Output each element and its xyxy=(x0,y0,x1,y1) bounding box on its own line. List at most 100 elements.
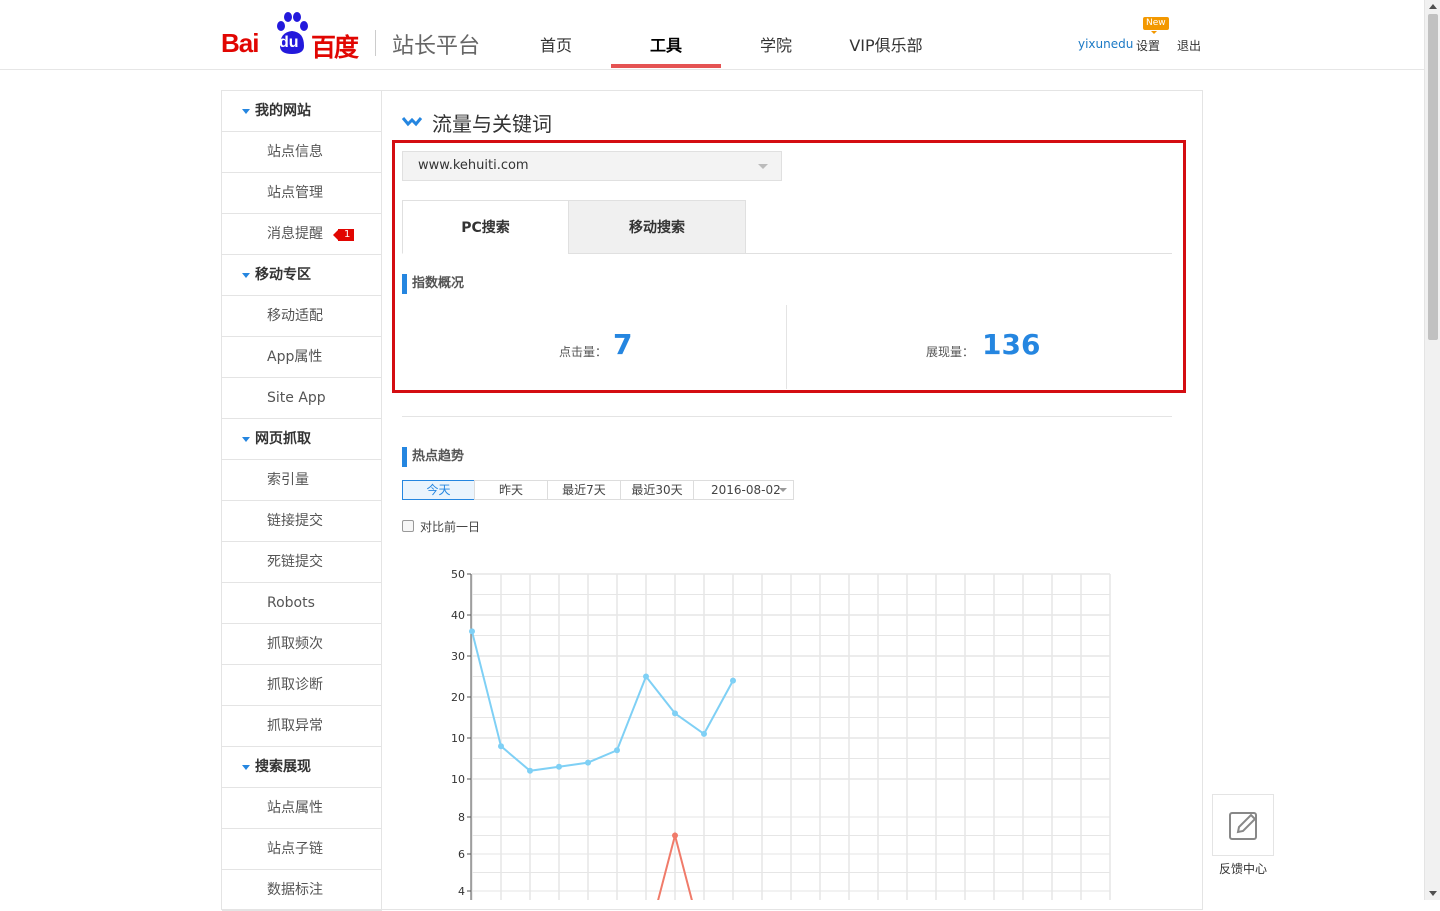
message-count-badge: 1 xyxy=(332,229,355,241)
caret-down-icon xyxy=(242,765,250,770)
sidebar-item-link-submit[interactable]: 链接提交 xyxy=(222,501,382,542)
trend-chart: 50 40 30 20 10 10 8 6 4 xyxy=(451,568,1111,900)
section-divider xyxy=(402,416,1172,417)
sidebar-group-label: 移动专区 xyxy=(255,267,311,283)
sidebar-item-crawl-freq[interactable]: 抓取频次 xyxy=(222,624,382,665)
date-picker[interactable]: 2016-08-02 xyxy=(693,480,794,500)
nav-vip[interactable]: VIP俱乐部 xyxy=(831,32,941,56)
sidebar-item-label: 消息提醒 xyxy=(267,226,323,242)
user-link[interactable]: yixunedu xyxy=(1078,37,1133,51)
nav-academy[interactable]: 学院 xyxy=(721,32,831,56)
tab-pc-search[interactable]: PC搜索 xyxy=(402,200,569,254)
date-picker-value: 2016-08-02 xyxy=(711,483,781,497)
caret-down-icon xyxy=(242,273,250,278)
range-yesterday[interactable]: 昨天 xyxy=(474,480,548,500)
y-tick-label: 40 xyxy=(451,609,465,622)
sidebar-item-index[interactable]: 索引量 xyxy=(222,460,382,501)
sidebar-item-mobile-adapt[interactable]: 移动适配 xyxy=(222,296,382,337)
series-point-upper xyxy=(585,759,591,766)
sidebar-item-crawl-error[interactable]: 抓取异常 xyxy=(222,706,382,747)
page-scrollbar[interactable] xyxy=(1424,0,1440,900)
y-tick-label: 10 xyxy=(451,732,465,745)
top-header: Bai du 百度 站长平台 首页 工具 学院 VIP俱乐部 yixunedu … xyxy=(0,0,1424,70)
y-tick-label: 4 xyxy=(458,885,465,898)
sidebar-item-deadlink[interactable]: 死链提交 xyxy=(222,542,382,583)
logo-latin: Bai xyxy=(221,28,259,58)
logo-cn: 百度 xyxy=(311,33,359,62)
tab-mobile-search[interactable]: 移动搜索 xyxy=(568,200,746,254)
page-title: 流量与关键词 xyxy=(432,112,552,136)
scroll-thumb[interactable] xyxy=(1428,14,1438,340)
series-point-lower xyxy=(672,832,678,839)
trend-title: 热点趋势 xyxy=(402,447,464,467)
series-point-upper xyxy=(614,747,620,754)
chart-wave-icon xyxy=(401,117,423,127)
series-point-upper xyxy=(643,673,649,680)
y-tick-label: 30 xyxy=(451,650,465,663)
y-tick-label: 10 xyxy=(451,773,465,786)
feedback-label: 反馈中心 xyxy=(1218,862,1267,876)
sidebar-item-data-markup[interactable]: 数据标注 xyxy=(222,870,382,911)
range-today[interactable]: 今天 xyxy=(402,480,475,500)
sidebar-group-crawl[interactable]: 网页抓取 xyxy=(222,419,382,460)
nav-active-indicator xyxy=(611,64,721,68)
scroll-down-icon[interactable] xyxy=(1429,891,1437,896)
compare-label: 对比前一日 xyxy=(420,520,481,534)
sidebar-item-messages[interactable]: 消息提醒 1 xyxy=(222,214,382,255)
sidebar-item-app-attr[interactable]: App属性 xyxy=(222,337,382,378)
scroll-up-icon[interactable] xyxy=(1429,4,1437,9)
feedback-button[interactable] xyxy=(1212,794,1274,856)
site-select[interactable]: www.kehuiti.com xyxy=(402,151,782,181)
y-tick-label: 6 xyxy=(458,848,465,861)
site-select-value: www.kehuiti.com xyxy=(418,158,529,173)
sidebar-group-label: 搜索展现 xyxy=(255,759,311,775)
sidebar-item-site-info[interactable]: 站点信息 xyxy=(222,132,382,173)
series-line-upper xyxy=(471,631,734,772)
logo-du: du xyxy=(279,34,299,51)
logout-link[interactable]: 退出 xyxy=(1177,37,1201,54)
range-30days[interactable]: 最近30天 xyxy=(620,480,694,500)
overview-title: 指数概况 xyxy=(402,274,464,294)
sidebar-item-crawl-diag[interactable]: 抓取诊断 xyxy=(222,665,382,706)
new-badge: New xyxy=(1143,17,1169,34)
compare-checkbox[interactable] xyxy=(402,520,414,532)
sidebar-item-sublinks[interactable]: 站点子链 xyxy=(222,829,382,870)
stat-divider xyxy=(786,305,787,389)
edit-icon xyxy=(1229,812,1257,840)
sidebar-group-search[interactable]: 搜索展现 xyxy=(222,747,382,788)
series-point-upper xyxy=(730,677,736,684)
sidebar-item-site-attr[interactable]: 站点属性 xyxy=(222,788,382,829)
clicks-label: 点击量： xyxy=(559,345,608,359)
baidu-logo[interactable]: Bai du 百度 xyxy=(221,12,361,62)
sidebar: 我的网站 站点信息 站点管理 消息提醒 1 移动专区 移动适配 App属性 Sit… xyxy=(222,91,382,911)
platform-name: 站长平台 xyxy=(392,34,481,59)
nav-tools[interactable]: 工具 xyxy=(611,32,721,56)
sidebar-item-site-manage[interactable]: 站点管理 xyxy=(222,173,382,214)
impressions-value: 136 xyxy=(982,328,1041,361)
y-tick-label: 50 xyxy=(451,568,465,581)
series-point-upper xyxy=(701,730,707,737)
sidebar-item-robots[interactable]: Robots xyxy=(222,583,382,624)
range-7days[interactable]: 最近7天 xyxy=(547,480,621,500)
series-point-upper xyxy=(527,767,533,774)
sidebar-group-label: 我的网站 xyxy=(255,103,311,119)
clicks-value: 7 xyxy=(613,328,633,361)
y-tick-label: 20 xyxy=(451,691,465,704)
caret-down-icon xyxy=(242,109,250,114)
y-tick-label: 8 xyxy=(458,811,465,824)
logo-divider xyxy=(375,30,376,56)
sidebar-group-label: 网页抓取 xyxy=(255,431,311,447)
caret-down-icon xyxy=(242,437,250,442)
sidebar-group-mobile[interactable]: 移动专区 xyxy=(222,255,382,296)
chevron-down-icon xyxy=(758,164,768,169)
series-point-upper xyxy=(672,710,678,717)
nav-home[interactable]: 首页 xyxy=(501,32,611,56)
series-point-upper xyxy=(556,763,562,770)
sidebar-group-my-site[interactable]: 我的网站 xyxy=(222,91,382,132)
series-point-upper xyxy=(498,743,504,750)
chevron-down-icon xyxy=(779,488,787,492)
sidebar-item-site-app[interactable]: Site App xyxy=(222,378,382,419)
series-point-upper xyxy=(469,628,475,635)
impressions-label: 展现量： xyxy=(926,345,975,359)
settings-link[interactable]: 设置 xyxy=(1136,37,1160,54)
